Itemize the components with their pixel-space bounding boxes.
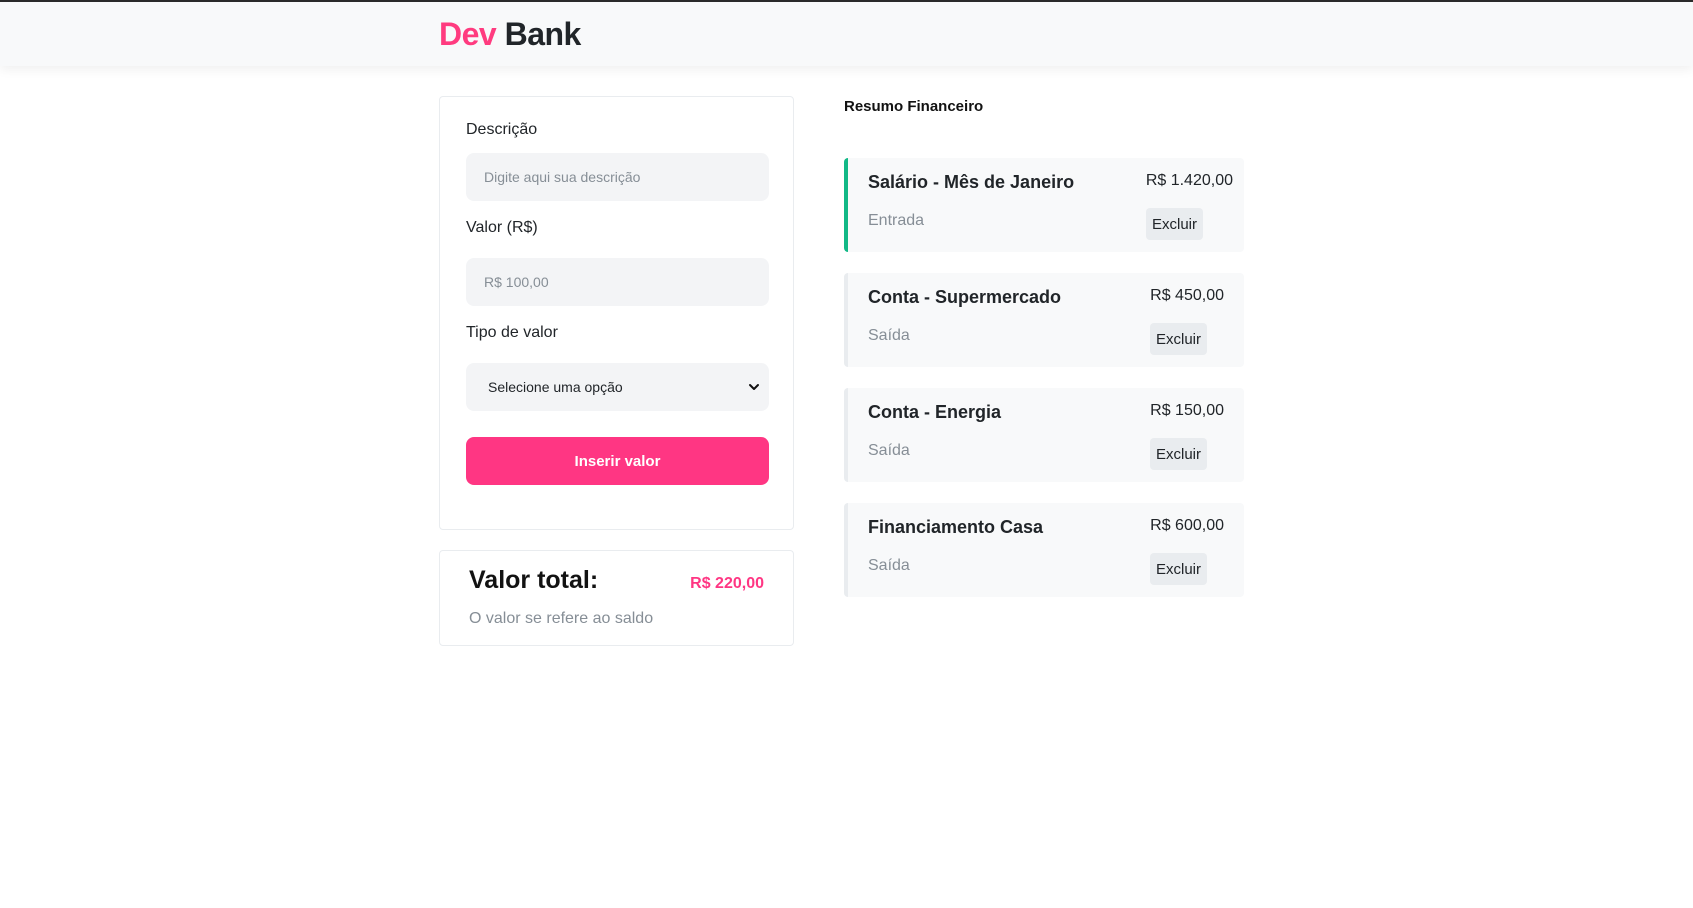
description-placeholder: Digite aqui sua descrição xyxy=(484,169,641,185)
type-select[interactable]: Selecione uma opção xyxy=(466,363,769,411)
chevron-down-icon xyxy=(749,384,759,390)
value-input[interactable]: R$ 100,00 xyxy=(466,258,769,306)
entry-type: Saída xyxy=(868,557,910,574)
logo-bank: Bank xyxy=(504,16,582,52)
summary-entry: Conta - Energia Saída R$ 150,00 Excluir xyxy=(844,388,1244,482)
value-placeholder: R$ 100,00 xyxy=(484,274,549,290)
entry-value: R$ 1.420,00 xyxy=(1145,172,1233,189)
entry-value: R$ 450,00 xyxy=(1150,287,1224,304)
type-label: Tipo de valor xyxy=(466,324,558,341)
summary-title: Resumo Financeiro xyxy=(844,98,984,115)
insert-value-button[interactable]: Inserir valor xyxy=(466,437,769,485)
description-input[interactable]: Digite aqui sua descrição xyxy=(466,153,769,201)
entry-form-card: Descrição Digite aqui sua descrição Valo… xyxy=(439,96,794,530)
description-label: Descrição xyxy=(466,121,538,138)
entry-name: Salário - Mês de Janeiro xyxy=(868,172,1075,192)
summary-entry: Salário - Mês de Janeiro Entrada R$ 1.42… xyxy=(844,158,1244,252)
entry-value: R$ 150,00 xyxy=(1150,402,1224,419)
logo: Dev Bank xyxy=(439,16,581,53)
entry-type: Saída xyxy=(868,327,910,344)
delete-button[interactable]: Excluir xyxy=(1150,553,1208,585)
entry-name: Conta - Supermercado xyxy=(868,287,1062,307)
total-value: R$ 220,00 xyxy=(690,575,764,592)
summary-entry: Conta - Supermercado Saída R$ 450,00 Exc… xyxy=(844,273,1244,367)
delete-button[interactable]: Excluir xyxy=(1146,208,1204,240)
total-note: O valor se refere ao saldo xyxy=(469,610,654,627)
delete-button[interactable]: Excluir xyxy=(1150,438,1208,470)
value-label: Valor (R$) xyxy=(466,219,538,236)
entry-type: Saída xyxy=(868,442,910,459)
entry-name: Financiamento Casa xyxy=(868,517,1044,537)
logo-dev: Dev xyxy=(439,16,497,52)
entry-name: Conta - Energia xyxy=(868,402,1002,422)
entry-value: R$ 600,00 xyxy=(1150,517,1224,534)
delete-button[interactable]: Excluir xyxy=(1150,323,1208,355)
entry-type: Entrada xyxy=(868,212,925,229)
summary-entry: Financiamento Casa Saída R$ 600,00 Exclu… xyxy=(844,503,1244,597)
total-card: Valor total: R$ 220,00 O valor se refere… xyxy=(439,550,794,646)
total-title: Valor total: xyxy=(469,566,599,594)
type-select-value: Selecione uma opção xyxy=(488,379,623,395)
app-header: Dev Bank xyxy=(0,2,1693,66)
